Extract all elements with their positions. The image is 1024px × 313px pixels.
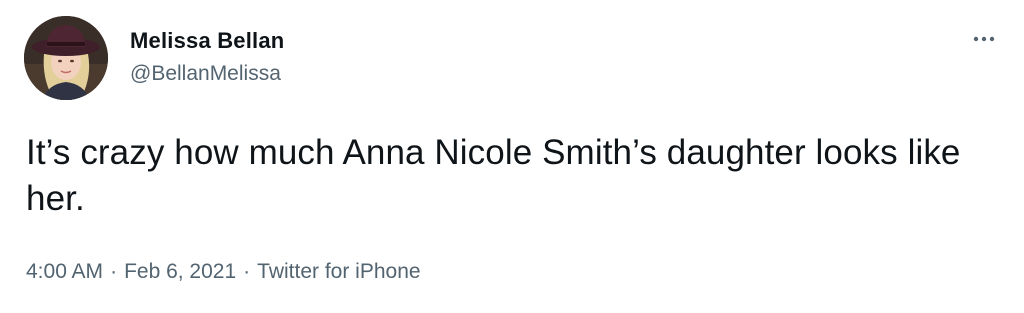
author-handle[interactable]: @BellanMelissa bbox=[130, 61, 284, 87]
author-block: Melissa Bellan @BellanMelissa bbox=[130, 27, 284, 87]
profile-photo-icon bbox=[24, 16, 108, 100]
avatar[interactable] bbox=[24, 16, 108, 100]
author-display-name[interactable]: Melissa Bellan bbox=[130, 27, 284, 55]
tweet-meta: 4:00 AM · Feb 6, 2021 · Twitter for iPhone bbox=[26, 258, 421, 286]
more-options-button[interactable] bbox=[964, 22, 1004, 56]
tweet-card: Melissa Bellan @BellanMelissa It’s crazy… bbox=[0, 0, 1024, 313]
meta-separator: · bbox=[110, 260, 118, 283]
tweet-text: It’s crazy how much Anna Nicole Smith’s … bbox=[26, 133, 961, 218]
tweet-time-link[interactable]: 4:00 AM bbox=[26, 260, 103, 283]
more-dots-icon bbox=[973, 36, 995, 42]
tweet-date-link[interactable]: Feb 6, 2021 bbox=[124, 260, 236, 283]
meta-separator: · bbox=[243, 260, 251, 283]
tweet-source-link[interactable]: Twitter for iPhone bbox=[257, 260, 420, 283]
